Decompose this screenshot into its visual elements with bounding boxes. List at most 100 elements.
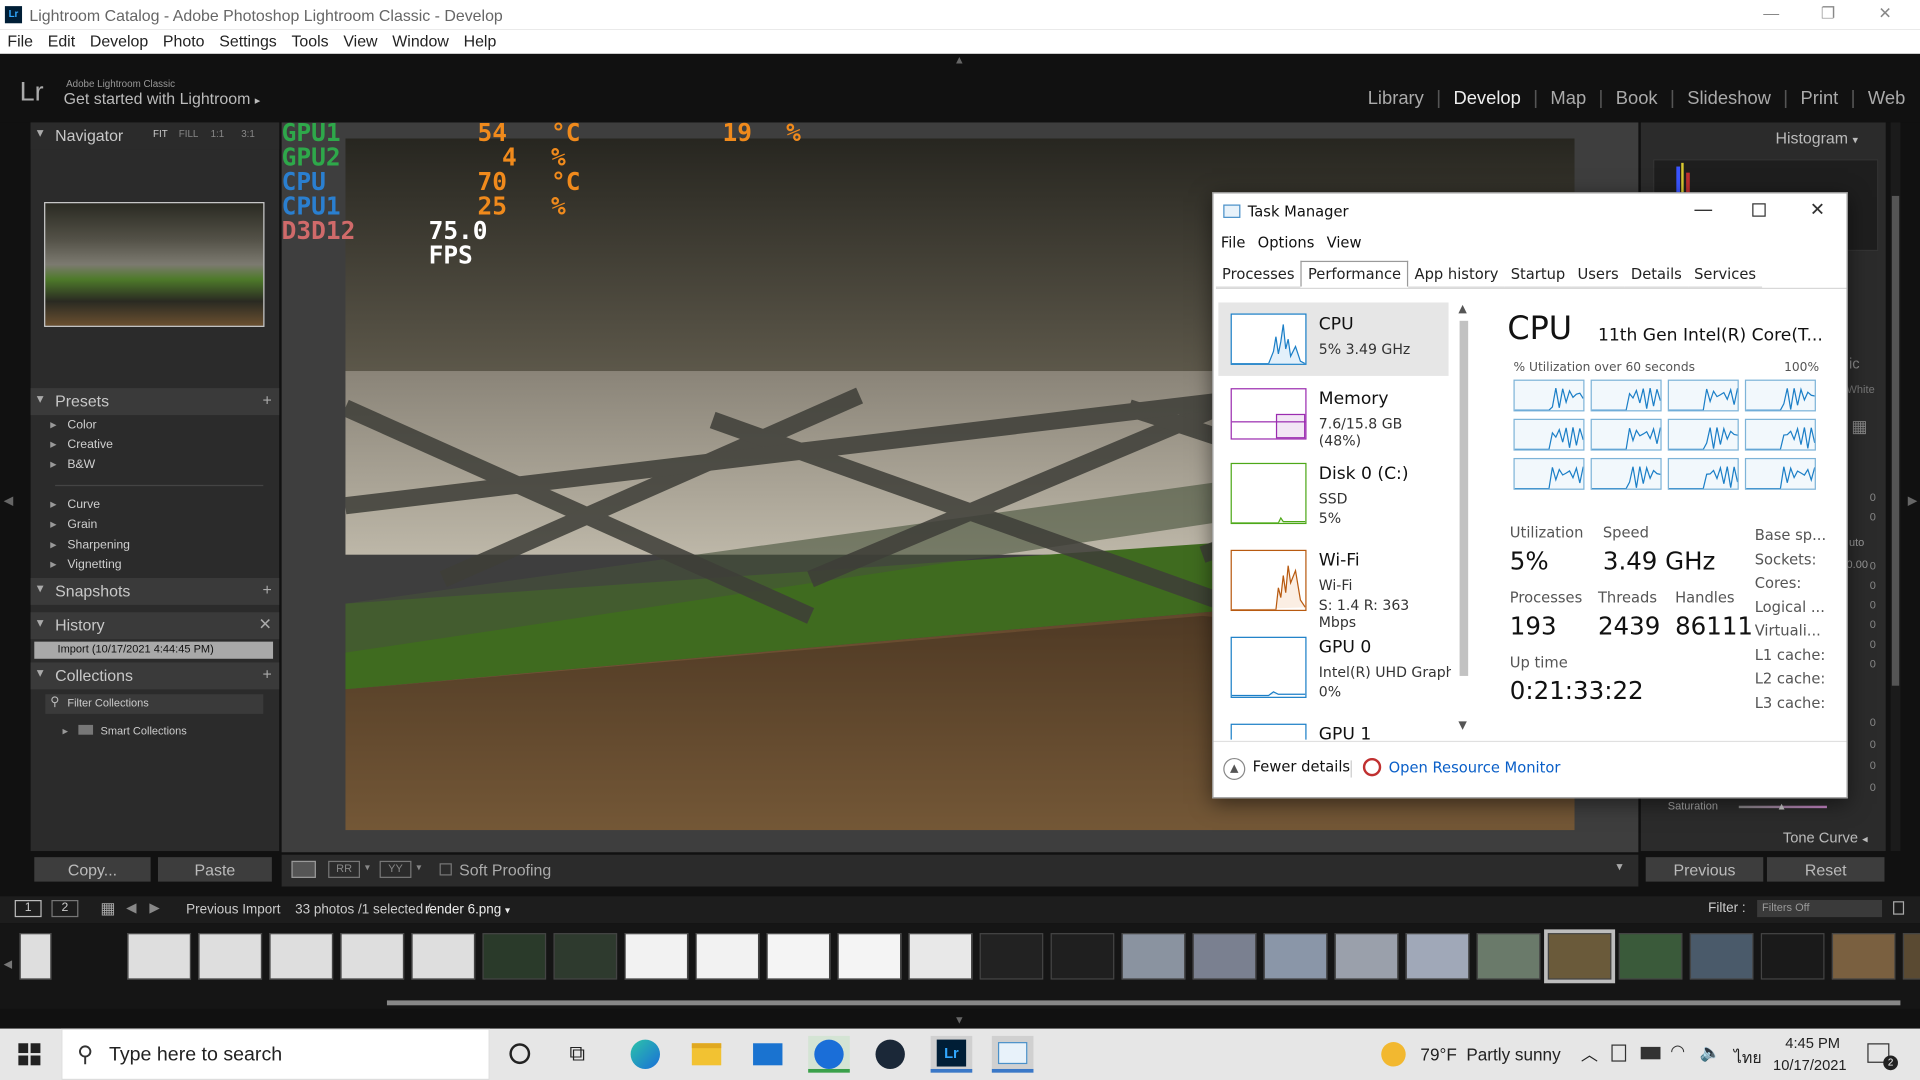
filter-collections-input[interactable]: ⚲ Filter Collections <box>45 694 264 714</box>
module-print[interactable]: Print <box>1801 88 1839 109</box>
minimize-button[interactable]: — <box>1763 4 1779 22</box>
scroll-up-icon[interactable]: ▲ <box>1458 304 1466 316</box>
copy-button[interactable]: Copy... <box>34 857 151 882</box>
filmstrip-thumbnail[interactable] <box>1476 933 1541 980</box>
resource-wifi[interactable]: Wi-Fi Wi-Fi S: 1.4 R: 363 Mbps <box>1218 539 1448 631</box>
wifi-icon[interactable]: ◠ <box>1670 1041 1685 1062</box>
filmstrip-thumbnail[interactable] <box>1618 933 1683 980</box>
filmstrip-thumbnail[interactable] <box>837 933 902 980</box>
left-panel-toggle-icon[interactable]: ◀ <box>4 495 13 508</box>
forward-arrow-icon[interactable]: ▶ <box>149 900 159 916</box>
maximize-button[interactable]: ❐ <box>1821 4 1835 24</box>
filmstrip-thumbnail[interactable] <box>269 933 334 980</box>
paste-button[interactable]: Paste <box>157 857 272 882</box>
weather-text[interactable]: 79°F Partly sunny <box>1420 1044 1560 1064</box>
navigator-header[interactable]: Navigator FIT FILL 1:1 3:1 <box>30 122 280 150</box>
collapse-top-icon[interactable]: ▲ <box>954 54 965 66</box>
filmstrip-scrollbar[interactable] <box>386 1000 1901 1006</box>
tm-maximize-button[interactable] <box>1752 203 1766 217</box>
filmstrip-thumbnail[interactable] <box>1334 933 1399 980</box>
filmstrip-thumbnail[interactable] <box>1405 933 1470 980</box>
battery-icon[interactable] <box>1640 1046 1661 1060</box>
close-button[interactable]: ✕ <box>1878 4 1891 24</box>
main-window-button[interactable]: 1 <box>14 900 42 918</box>
preset-group-vignetting[interactable]: Vignetting <box>50 558 121 571</box>
menu-help[interactable]: Help <box>456 29 503 50</box>
yy-menu-icon[interactable]: ▾ <box>416 862 421 873</box>
tab-processes[interactable]: Processes <box>1215 262 1301 288</box>
task-view-icon[interactable]: ⧉ <box>569 1041 585 1067</box>
zoom-fill[interactable]: FILL <box>179 129 199 140</box>
add-collection-icon[interactable]: + <box>263 665 272 683</box>
module-slideshow[interactable]: Slideshow <box>1687 88 1771 109</box>
input-language[interactable]: ไทย <box>1734 1044 1762 1070</box>
preset-group-creative[interactable]: Creative <box>50 438 113 451</box>
preset-group-color[interactable]: Color <box>50 419 96 432</box>
toolbar-menu-icon[interactable]: ▾ <box>1616 861 1622 874</box>
filmstrip-thumbnail[interactable] <box>1050 933 1115 980</box>
before-after-icon[interactable]: RR <box>328 860 361 878</box>
module-web[interactable]: Web <box>1868 88 1905 109</box>
menu-photo[interactable]: Photo <box>156 29 212 50</box>
filmstrip-thumbnail[interactable] <box>1831 933 1896 980</box>
add-snapshot-icon[interactable]: + <box>263 580 272 598</box>
resource-disk[interactable]: Disk 0 (C:) SSD 5% <box>1218 452 1448 533</box>
history-item[interactable]: Import (10/17/2021 4:44:45 PM) <box>34 641 274 659</box>
filmstrip-thumbnail[interactable] <box>979 933 1044 980</box>
filmstrip-thumbnail[interactable] <box>1121 933 1186 980</box>
zoom-1-1[interactable]: 1:1 <box>211 129 225 140</box>
filmstrip-thumbnail[interactable] <box>624 933 689 980</box>
filter-lock-icon[interactable] <box>1893 901 1905 915</box>
steam-icon[interactable] <box>869 1036 911 1073</box>
tm-close-button[interactable]: ✕ <box>1810 198 1825 220</box>
filmstrip-thumbnail[interactable] <box>198 933 263 980</box>
lightroom-taskbar-icon[interactable]: Lr <box>930 1035 973 1073</box>
add-preset-icon[interactable]: + <box>263 391 272 409</box>
filmstrip-thumbnail[interactable] <box>411 933 476 980</box>
filter-select[interactable]: Filters Off <box>1757 900 1883 918</box>
scroll-thumb[interactable] <box>1459 320 1469 676</box>
second-window-button[interactable]: 2 <box>51 900 79 918</box>
tab-users[interactable]: Users <box>1571 262 1625 288</box>
task-manager-taskbar-icon[interactable] <box>991 1035 1034 1073</box>
menu-tools[interactable]: Tools <box>284 29 336 50</box>
tray-chevron-icon[interactable]: ︿ <box>1581 1042 1598 1066</box>
before-after-menu-icon[interactable]: ▾ <box>365 862 370 873</box>
module-map[interactable]: Map <box>1550 88 1586 109</box>
tray-app-icon[interactable] <box>1611 1044 1627 1062</box>
filmstrip-thumbnail[interactable] <box>19 933 52 980</box>
fewer-details-button[interactable]: ▲ Fewer details <box>1223 757 1350 781</box>
reset-button[interactable]: Reset <box>1766 857 1885 882</box>
collapse-bottom-icon[interactable]: ▼ <box>954 1014 965 1026</box>
smart-collections-item[interactable]: ▸ Smart Collections <box>62 724 187 738</box>
navigator-preview[interactable] <box>44 202 265 327</box>
resource-gpu1[interactable]: GPU 1 <box>1218 713 1448 740</box>
module-develop[interactable]: Develop <box>1453 88 1520 109</box>
selected-file[interactable]: render 6.png ▾ <box>425 902 510 917</box>
grid-overlay-icon[interactable]: ▦ <box>1851 416 1867 437</box>
menu-settings[interactable]: Settings <box>212 29 284 50</box>
filmstrip-thumbnail[interactable] <box>1760 933 1825 980</box>
tab-details[interactable]: Details <box>1624 262 1688 288</box>
scroll-down-icon[interactable]: ▼ <box>1458 720 1466 732</box>
preset-group-sharpening[interactable]: Sharpening <box>50 539 130 552</box>
yy-view-icon[interactable]: YY <box>379 860 412 878</box>
filmstrip-thumbnail[interactable] <box>127 933 192 980</box>
open-resource-monitor-link[interactable]: Open Resource Monitor <box>1362 757 1560 777</box>
clear-history-icon[interactable]: ✕ <box>258 615 271 635</box>
filmstrip-left-icon[interactable]: ◀ <box>4 958 12 971</box>
start-button[interactable] <box>18 1043 41 1066</box>
app-blue-icon[interactable] <box>808 1035 850 1073</box>
tone-curve-title[interactable]: Tone Curve ◂ <box>1783 829 1868 846</box>
tm-menu-view[interactable]: View <box>1327 234 1362 251</box>
mail-icon[interactable] <box>747 1036 789 1073</box>
resource-memory[interactable]: Memory 7.6/15.8 GB (48%) <box>1218 377 1448 450</box>
filmstrip-thumbnail[interactable] <box>1689 933 1754 980</box>
tab-performance[interactable]: Performance <box>1300 260 1409 287</box>
collections-header[interactable]: Collections + <box>30 662 280 690</box>
filmstrip-thumbnail[interactable] <box>766 933 831 980</box>
lr-brand-big[interactable]: Get started with Lightroom ▸ <box>64 89 261 107</box>
right-scrollbar[interactable] <box>1890 122 1901 852</box>
menu-develop[interactable]: Develop <box>82 29 155 50</box>
menu-edit[interactable]: Edit <box>40 29 82 50</box>
